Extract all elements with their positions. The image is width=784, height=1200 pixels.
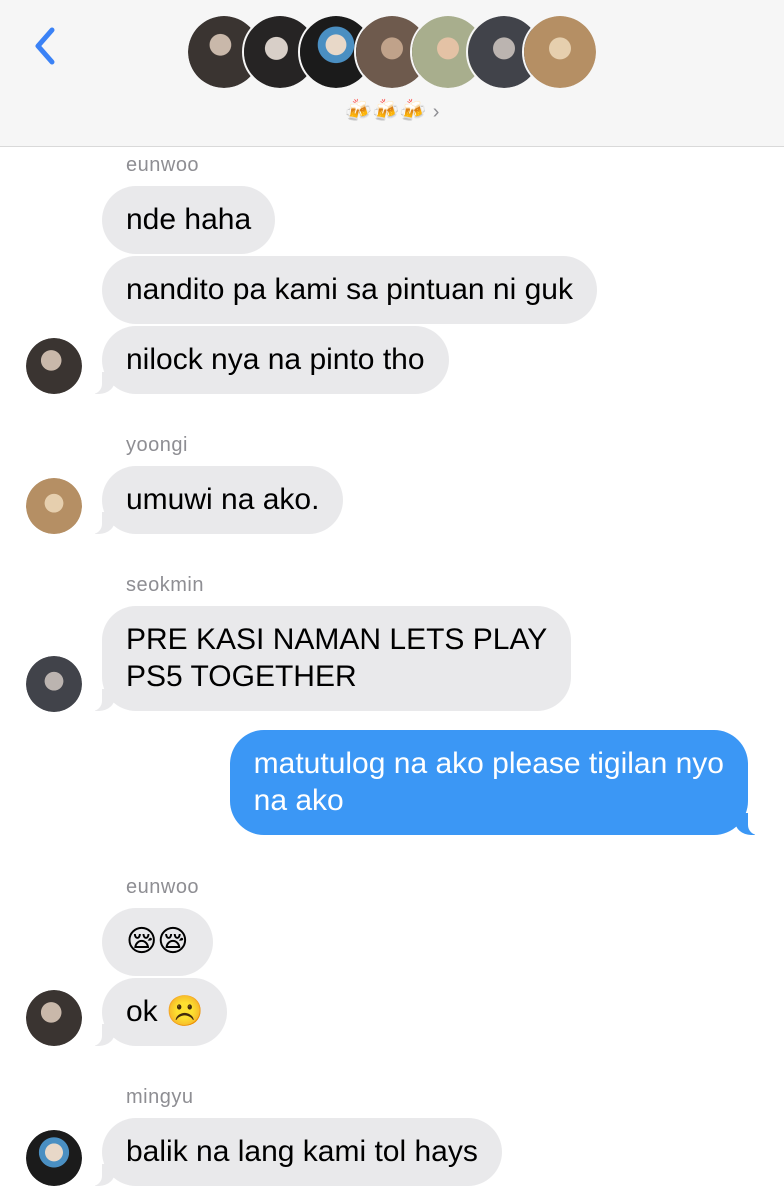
sender-avatar[interactable]	[26, 478, 82, 534]
incoming-message[interactable]: nde haha	[102, 186, 276, 254]
incoming-message[interactable]: 😪😪	[102, 908, 213, 976]
sender-name: eunwoo	[126, 876, 200, 898]
group-name: 🍻🍻🍻	[344, 98, 427, 123]
chevron-left-icon	[35, 27, 55, 65]
message-line: matutulog na ako please tigilan nyo	[253, 747, 724, 780]
back-button[interactable]	[26, 22, 66, 70]
sender-avatar[interactable]	[26, 338, 82, 394]
outgoing-message[interactable]: matutulog na ako please tigilan nyo na a…	[229, 730, 775, 835]
incoming-message[interactable]: PRE KASI NAMAN LETS PLAY PS5 TOGETHER	[75, 606, 572, 711]
member-avatar	[522, 14, 598, 90]
incoming-message[interactable]: umuwi na ako.	[75, 466, 344, 534]
sender-avatar[interactable]	[26, 990, 82, 1046]
incoming-message[interactable]: nilock nya na pinto tho	[76, 326, 449, 394]
incoming-message[interactable]: ok ☹️	[75, 978, 228, 1046]
conversation-header: 🍻🍻🍻 ›	[0, 0, 784, 147]
sender-avatar[interactable]	[26, 1130, 82, 1186]
sender-name: mingyu	[126, 1086, 194, 1108]
sender-name: seokmin	[126, 574, 204, 596]
message-line: PRE KASI NAMAN LETS PLAY	[126, 623, 548, 656]
incoming-message[interactable]: balik na lang kami tol hays	[76, 1118, 502, 1186]
message-line: PS5 TOGETHER	[126, 660, 357, 693]
group-name-button[interactable]: 🍻🍻🍻 ›	[0, 98, 784, 124]
sender-name: yoongi	[126, 434, 188, 456]
sender-name: eunwoo	[126, 154, 200, 176]
incoming-message[interactable]: nandito pa kami sa pintuan ni guk	[102, 256, 597, 324]
message-line: na ako	[253, 784, 344, 817]
chevron-right-icon: ›	[432, 101, 440, 123]
sender-avatar[interactable]	[26, 656, 82, 712]
